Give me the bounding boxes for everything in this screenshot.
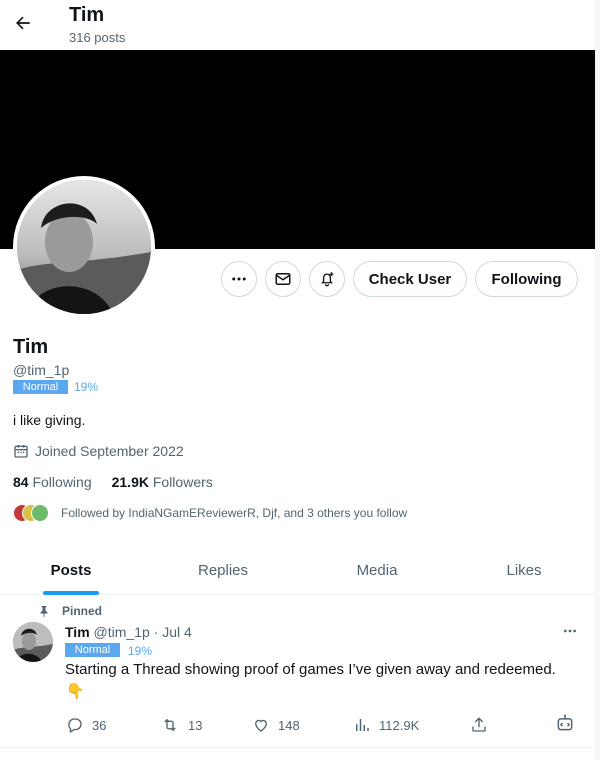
join-date-text: Joined September 2022 [35,443,184,459]
point-down-emoji: 👇 [66,683,85,700]
active-tab-indicator [43,591,99,595]
following-label: Following [32,474,92,490]
more-icon [230,270,248,288]
tab-replies[interactable]: Replies [152,547,294,594]
repost-icon [160,716,180,734]
calendar-icon [13,443,29,459]
tab-media[interactable]: Media [306,547,448,594]
followers-link[interactable]: 21.9K Followers [112,474,213,490]
scrollbar-track[interactable] [595,0,600,760]
following-count: 84 [13,474,29,490]
profile-handle: @tim_1p [13,362,70,378]
following-button[interactable]: Following [475,261,578,297]
pin-icon [38,604,50,618]
tab-likes[interactable]: Likes [453,547,595,594]
views-icon [353,716,371,734]
post-author[interactable]: Tim [65,624,90,640]
more-options-button[interactable] [221,261,257,297]
like-button[interactable]: 148 [252,716,300,734]
post-status-percent: 19% [128,644,153,658]
reply-count: 36 [92,717,107,733]
reply-button[interactable]: 36 [66,716,106,734]
robot-icon [555,712,575,734]
bot-button[interactable] [555,712,575,734]
tab-posts[interactable]: Posts [0,547,142,594]
profile-bio: i like giving. [13,412,86,428]
mutual-avatar [31,504,49,522]
check-user-button[interactable]: Check User [353,261,467,297]
share-button[interactable] [470,716,488,734]
profile-avatar[interactable] [13,176,155,318]
message-button[interactable] [265,261,301,297]
view-count: 112.9K [379,717,420,733]
like-count: 148 [278,717,300,733]
reply-icon [66,716,84,734]
status-badge: Normal [13,380,68,394]
post-avatar[interactable] [13,622,53,662]
join-date: Joined September 2022 [13,443,184,459]
repost-count: 13 [188,717,203,733]
followers-count: 21.9K [111,474,149,490]
post-more-button[interactable] [558,622,582,640]
follow-stats: 84 Following 21.9K Followers [13,474,213,490]
followers-label: Followers [152,474,213,490]
followed-by[interactable]: Followed by IndiaNGamEReviewerR, Djf, an… [13,502,407,524]
share-icon [470,716,488,734]
repost-button[interactable]: 13 [160,716,202,734]
header-title: Tim [69,4,105,26]
pinned-label: Pinned [38,604,102,618]
profile-tabs: Posts Replies Media Likes [0,547,595,595]
views-button[interactable]: 112.9K [353,716,419,734]
status-percent: 19% [74,380,99,394]
post-handle-date[interactable]: @tim_1p · Jul 4 [94,624,192,640]
heart-icon [252,716,270,734]
bell-plus-icon [318,270,336,288]
post-header: Tim @tim_1p · Jul 4 [65,624,192,640]
more-icon [562,623,578,639]
header-post-count: 316 posts [69,30,126,45]
followed-by-text: Followed by IndiaNGamEReviewerR, Djf, an… [61,506,408,520]
post-text: Starting a Thread showing proof of games… [65,661,556,678]
profile-header: Tim 316 posts [0,0,600,50]
mail-icon [274,270,292,288]
notify-button[interactable] [309,261,345,297]
pinned-post[interactable]: Pinned Tim @tim_1p · Jul 4 Normal 19% St… [0,596,595,748]
pinned-text: Pinned [62,604,103,618]
back-arrow-icon[interactable] [10,10,36,36]
avatar-photo [17,180,151,314]
following-link[interactable]: 84 Following [13,474,92,490]
profile-name: Tim [13,336,49,358]
mutual-avatars [13,502,61,524]
post-status-badge: Normal [65,643,120,657]
